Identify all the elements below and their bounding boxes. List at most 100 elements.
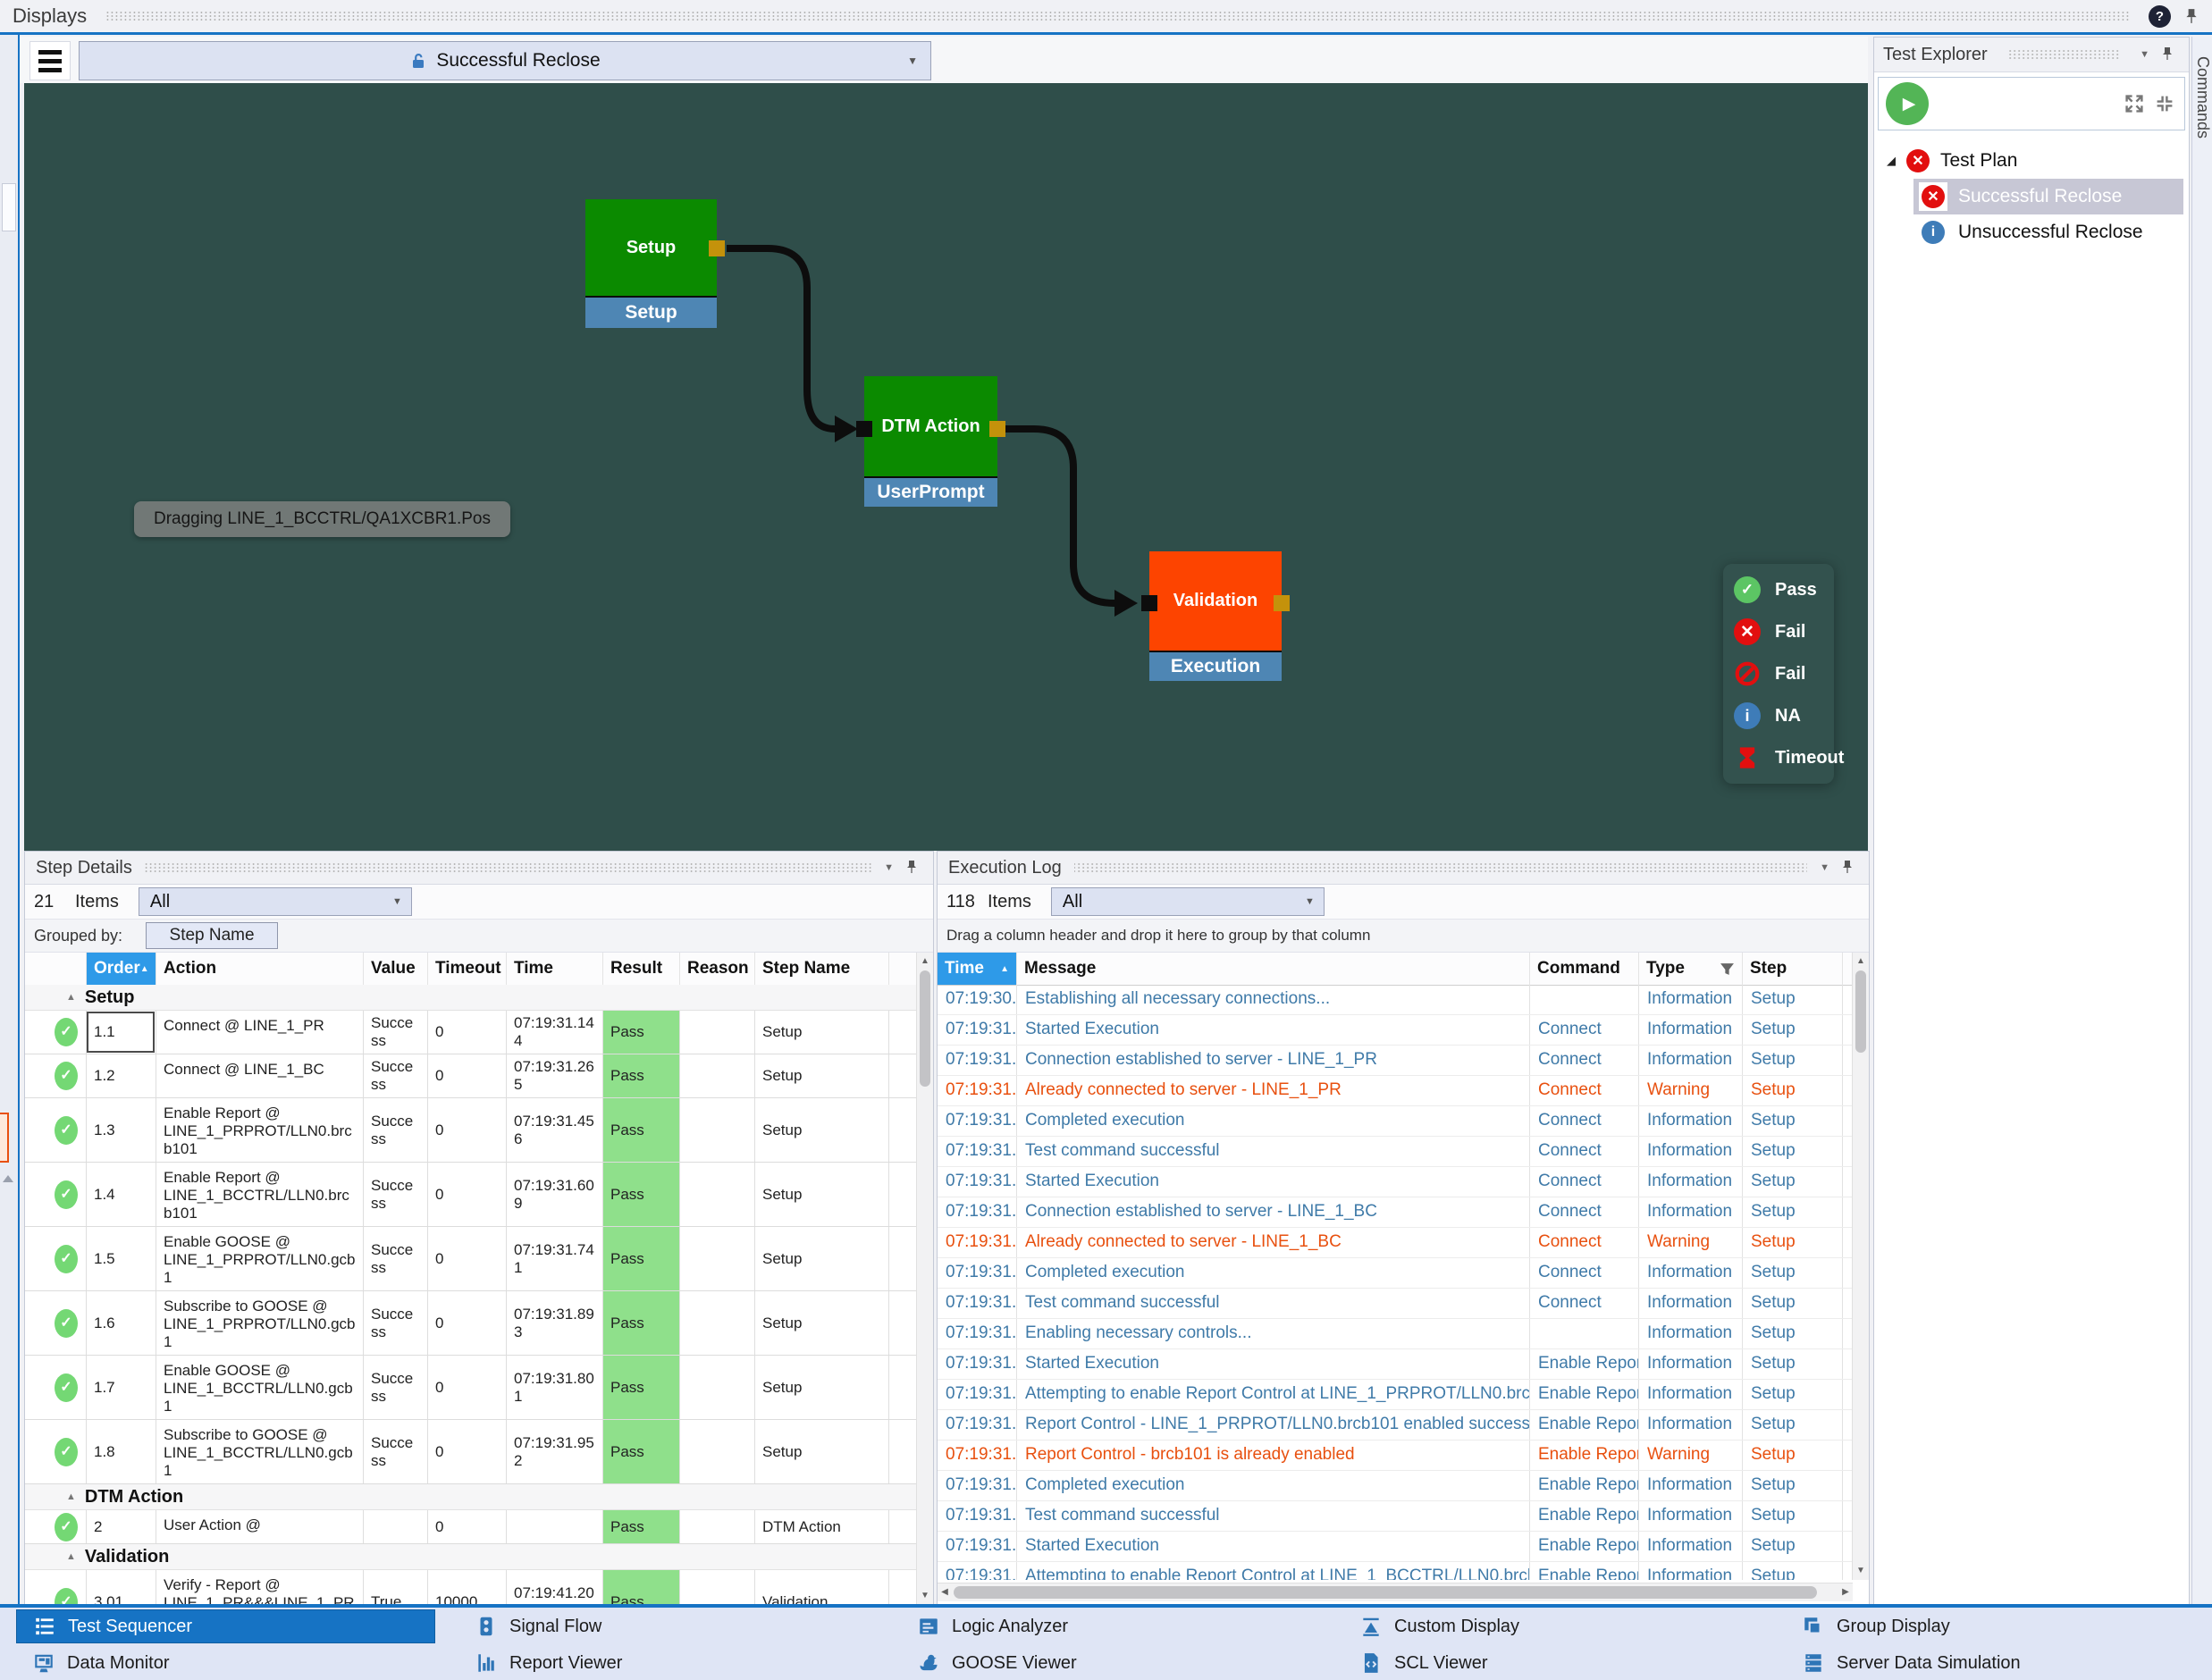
expand-all-icon[interactable] xyxy=(2124,93,2145,114)
tab-server-data-simulation[interactable]: Server Data Simulation xyxy=(1770,1645,2212,1680)
tab-data-monitor[interactable]: Data Monitor xyxy=(0,1645,442,1680)
tree-item-unsuccessful-reclose[interactable]: i Unsuccessful Reclose xyxy=(1913,214,2183,250)
chevron-down-icon[interactable]: ▼ xyxy=(884,862,894,873)
scroll-down-icon[interactable]: ▼ xyxy=(1853,1564,1869,1578)
tree-item-test-plan[interactable]: ◢ ✕ Test Plan xyxy=(1874,143,2189,179)
input-port[interactable] xyxy=(1141,595,1157,611)
table-row[interactable]: 3.01 Verify - Report @ LINE_1_PR&&&LINE_… xyxy=(25,1570,917,1605)
column-header-command[interactable]: Command xyxy=(1529,953,1638,985)
commands-tab[interactable]: Commands xyxy=(2191,37,2212,1604)
table-row[interactable]: 1.8 Subscribe to GOOSE @ LINE_1_BCCTRL/L… xyxy=(25,1420,917,1484)
pin-icon[interactable] xyxy=(2160,46,2176,63)
output-port[interactable] xyxy=(989,421,1005,437)
column-header-time[interactable]: Time xyxy=(506,953,602,985)
scroll-down-icon[interactable]: ▼ xyxy=(917,1589,933,1603)
table-row[interactable]: 1.5 Enable GOOSE @ LINE_1_PRPROT/LLN0.gc… xyxy=(25,1227,917,1291)
result-filter-select[interactable]: All ▼ xyxy=(139,887,412,916)
output-port[interactable] xyxy=(709,240,725,256)
table-row[interactable]: 1.1 Connect @ LINE_1_PR Success 0 07:19:… xyxy=(25,1011,917,1054)
column-header-reason[interactable]: Reason xyxy=(679,953,754,985)
flow-canvas[interactable]: Setup Setup DTM Action UserPrompt Valida… xyxy=(24,83,1868,851)
group-header[interactable]: ▲ DTM Action xyxy=(25,1484,917,1510)
column-header-result[interactable]: Result xyxy=(602,953,679,985)
tab-report-viewer[interactable]: Report Viewer xyxy=(442,1645,885,1680)
pin-icon[interactable] xyxy=(2183,8,2199,24)
table-row[interactable]: 2 User Action @ 0 Pass DTM Action xyxy=(25,1510,917,1544)
tab-custom-display[interactable]: Custom Display xyxy=(1327,1609,1770,1644)
log-row[interactable]: 07:19:31.4 Completed execution Enable Re… xyxy=(938,1471,1853,1501)
column-header-action[interactable]: Action xyxy=(156,953,363,985)
scroll-right-icon[interactable]: ▶ xyxy=(1838,1583,1853,1601)
scroll-up-icon[interactable]: ▲ xyxy=(917,954,933,969)
table-row[interactable]: 1.2 Connect @ LINE_1_BC Success 0 07:19:… xyxy=(25,1054,917,1098)
log-row[interactable]: 07:19:31.2 Connection established to ser… xyxy=(938,1197,1853,1228)
horizontal-scrollbar[interactable]: ◀ ▶ xyxy=(938,1583,1853,1601)
group-header[interactable]: ▲ Setup xyxy=(25,985,917,1011)
log-row[interactable]: 07:19:31.4 Test command successful Enabl… xyxy=(938,1501,1853,1532)
log-row[interactable]: 07:19:31.1 Test command successful Conne… xyxy=(938,1137,1853,1167)
log-row[interactable]: 07:19:31.6 Started Execution Enable Repo… xyxy=(938,1532,1853,1562)
scroll-up-icon[interactable]: ▲ xyxy=(1853,954,1869,969)
log-row[interactable]: 07:19:31.1 Started Execution Connect Inf… xyxy=(938,1015,1853,1046)
tab-goose-viewer[interactable]: GOOSE Viewer xyxy=(885,1645,1327,1680)
display-selector[interactable]: Successful Reclose ▼ xyxy=(79,41,931,80)
scroll-left-icon[interactable]: ◀ xyxy=(938,1583,952,1601)
column-header-step[interactable]: Step xyxy=(1742,953,1842,985)
table-row[interactable]: 1.4 Enable Report @ LINE_1_BCCTRL/LLN0.b… xyxy=(25,1163,917,1227)
drag-handle[interactable] xyxy=(106,11,2129,21)
collapse-all-icon[interactable] xyxy=(2154,93,2175,114)
table-row[interactable]: 1.3 Enable Report @ LINE_1_PRPROT/LLN0.b… xyxy=(25,1098,917,1163)
pin-icon[interactable] xyxy=(904,860,921,876)
chevron-down-icon[interactable]: ▼ xyxy=(1820,862,1829,873)
flow-node-validation[interactable]: Validation xyxy=(1149,551,1282,652)
drag-handle[interactable] xyxy=(2007,49,2120,60)
log-row[interactable]: 07:19:31.2 Completed execution Connect I… xyxy=(938,1258,1853,1289)
expander-icon[interactable]: ◢ xyxy=(1887,154,1896,168)
log-row[interactable]: 07:19:31.1 Connection established to ser… xyxy=(938,1046,1853,1076)
column-header-timeout[interactable]: Timeout xyxy=(427,953,506,985)
scrollbar-thumb[interactable] xyxy=(954,1586,1817,1599)
collapse-icon[interactable]: ▲ xyxy=(66,992,76,1003)
log-row[interactable]: 07:19:31.4 Attempting to enable Report C… xyxy=(938,1380,1853,1410)
tab-test-sequencer[interactable]: Test Sequencer xyxy=(16,1609,435,1643)
log-row[interactable]: 07:19:31.3 Enabling necessary controls..… xyxy=(938,1319,1853,1349)
filter-funnel-icon[interactable] xyxy=(1720,962,1735,977)
column-header-step-name[interactable]: Step Name xyxy=(754,953,888,985)
log-row[interactable]: 07:19:30.9 Establishing all necessary co… xyxy=(938,985,1853,1015)
tab-logic-analyzer[interactable]: Logic Analyzer xyxy=(885,1609,1327,1644)
log-row[interactable]: 07:19:31.4 Report Control - LINE_1_PRPRO… xyxy=(938,1410,1853,1441)
chevron-down-icon[interactable]: ▼ xyxy=(2140,49,2149,60)
column-header-time[interactable]: Time▲ xyxy=(938,953,1016,985)
output-port[interactable] xyxy=(1274,595,1290,611)
flow-node-setup[interactable]: Setup xyxy=(585,199,717,298)
column-header-order[interactable]: Order▲ xyxy=(86,953,156,985)
tab-signal-flow[interactable]: Signal Flow xyxy=(442,1609,885,1644)
log-row[interactable]: 07:19:31.4 Report Control - brcb101 is a… xyxy=(938,1441,1853,1471)
column-header-value[interactable]: Value xyxy=(363,953,427,985)
table-row[interactable]: 1.6 Subscribe to GOOSE @ LINE_1_PRPROT/L… xyxy=(25,1291,917,1356)
collapse-icon[interactable]: ▲ xyxy=(66,1491,76,1502)
tab-group-display[interactable]: Group Display xyxy=(1770,1609,2212,1644)
grouped-by-chip[interactable]: Step Name xyxy=(146,922,278,949)
group-drop-zone[interactable]: Drag a column header and drop it here to… xyxy=(938,920,1869,953)
group-header[interactable]: ▲ Validation xyxy=(25,1544,917,1570)
log-row[interactable]: 07:19:31.2 Test command successful Conne… xyxy=(938,1289,1853,1319)
log-row[interactable]: 07:19:31.2 Started Execution Connect Inf… xyxy=(938,1167,1853,1197)
drag-handle[interactable] xyxy=(145,863,871,872)
run-button[interactable] xyxy=(1886,82,1929,125)
log-filter-select[interactable]: All ▼ xyxy=(1051,887,1325,916)
scrollbar-thumb[interactable] xyxy=(1855,970,1866,1053)
column-header-message[interactable]: Message xyxy=(1016,953,1529,985)
vertical-scrollbar[interactable]: ▲ ▼ xyxy=(916,953,933,1605)
log-row[interactable]: 07:19:31.1 Already connected to server -… xyxy=(938,1076,1853,1106)
pin-icon[interactable] xyxy=(1840,860,1856,876)
vertical-scrollbar[interactable]: ▲ ▼ xyxy=(1852,953,1869,1580)
log-row[interactable]: 07:19:31.6 Attempting to enable Report C… xyxy=(938,1562,1853,1580)
flow-node-dtm-action[interactable]: DTM Action xyxy=(864,376,997,478)
column-header-type[interactable]: Type xyxy=(1638,953,1742,985)
drag-handle[interactable] xyxy=(1074,863,1807,872)
log-row[interactable]: 07:19:31.4 Started Execution Enable Repo… xyxy=(938,1349,1853,1380)
scrollbar-thumb[interactable] xyxy=(920,970,930,1087)
log-row[interactable]: 07:19:31.2 Already connected to server -… xyxy=(938,1228,1853,1258)
tab-scl-viewer[interactable]: SCL Viewer xyxy=(1327,1645,1770,1680)
